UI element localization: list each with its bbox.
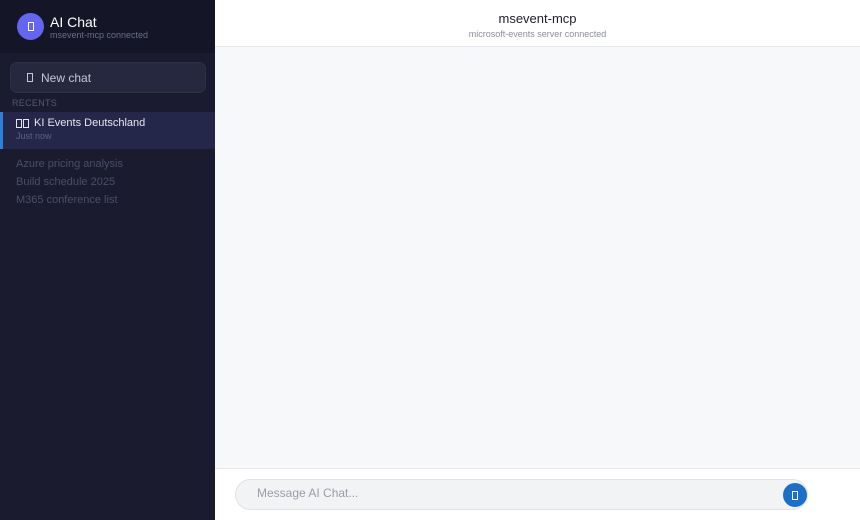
recents-heading: RECENTS [12,98,58,108]
brand-header: AI Chat msevent-mcp connected [0,0,215,53]
new-chat-label: New chat [41,70,92,85]
chat-item-active[interactable]: KI Events Deutschland Just now [0,112,215,149]
active-chat-time: Just now [16,131,52,141]
server-status: microsoft-events server connected [468,29,607,39]
message-composer [235,479,808,510]
chat-header: msevent-mcp microsoft-events server conn… [215,0,860,47]
germany-flag-icon [16,118,30,128]
plus-icon [27,73,33,82]
send-button[interactable] [783,483,807,507]
app-title: AI Chat [50,13,97,30]
connection-status: msevent-mcp connected [50,29,149,40]
composer-bar [215,468,860,520]
chat-item-azure-pricing[interactable]: Azure pricing analysis [16,158,123,170]
chat-item-m365-conference[interactable]: M365 conference list [16,194,118,206]
send-icon [792,490,798,500]
main-panel: msevent-mcp microsoft-events server conn… [215,0,860,520]
new-chat-button[interactable]: New chat [10,62,206,93]
message-area[interactable] [215,47,860,468]
chat-bubble-icon [17,13,44,40]
message-input[interactable] [255,484,759,501]
app-window: AI Chat msevent-mcp connected New chat R… [0,0,860,520]
sidebar: AI Chat msevent-mcp connected New chat R… [0,0,215,520]
active-chat-title: KI Events Deutschland [34,117,146,129]
chat-title: msevent-mcp [498,11,577,26]
chat-item-build-schedule[interactable]: Build schedule 2025 [16,176,115,188]
brand-text: AI Chat msevent-mcp connected [50,14,148,40]
